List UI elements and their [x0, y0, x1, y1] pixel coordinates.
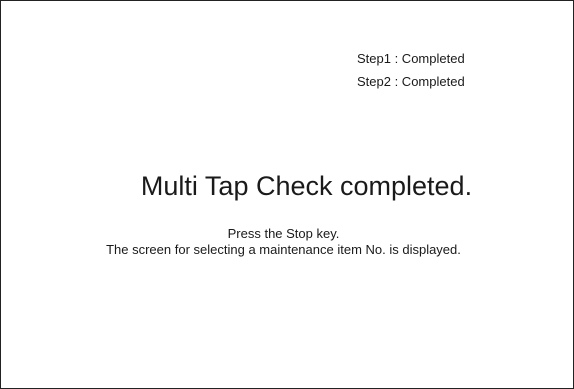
maintenance-screen: Step1 : Completed Step2 : Completed Mult… — [0, 0, 574, 389]
completion-message: Multi Tap Check completed. — [140, 171, 473, 201]
instruction-text: Press the Stop key. The screen for selec… — [1, 226, 566, 258]
step2-status: Step2 : Completed — [357, 74, 465, 89]
step-status-list: Step1 : Completed Step2 : Completed — [357, 47, 465, 93]
instruction-line-stop-key: Press the Stop key. — [227, 226, 340, 241]
step1-status: Step1 : Completed — [357, 51, 465, 66]
instruction-line-next-screen: The screen for selecting a maintenance i… — [106, 242, 461, 257]
